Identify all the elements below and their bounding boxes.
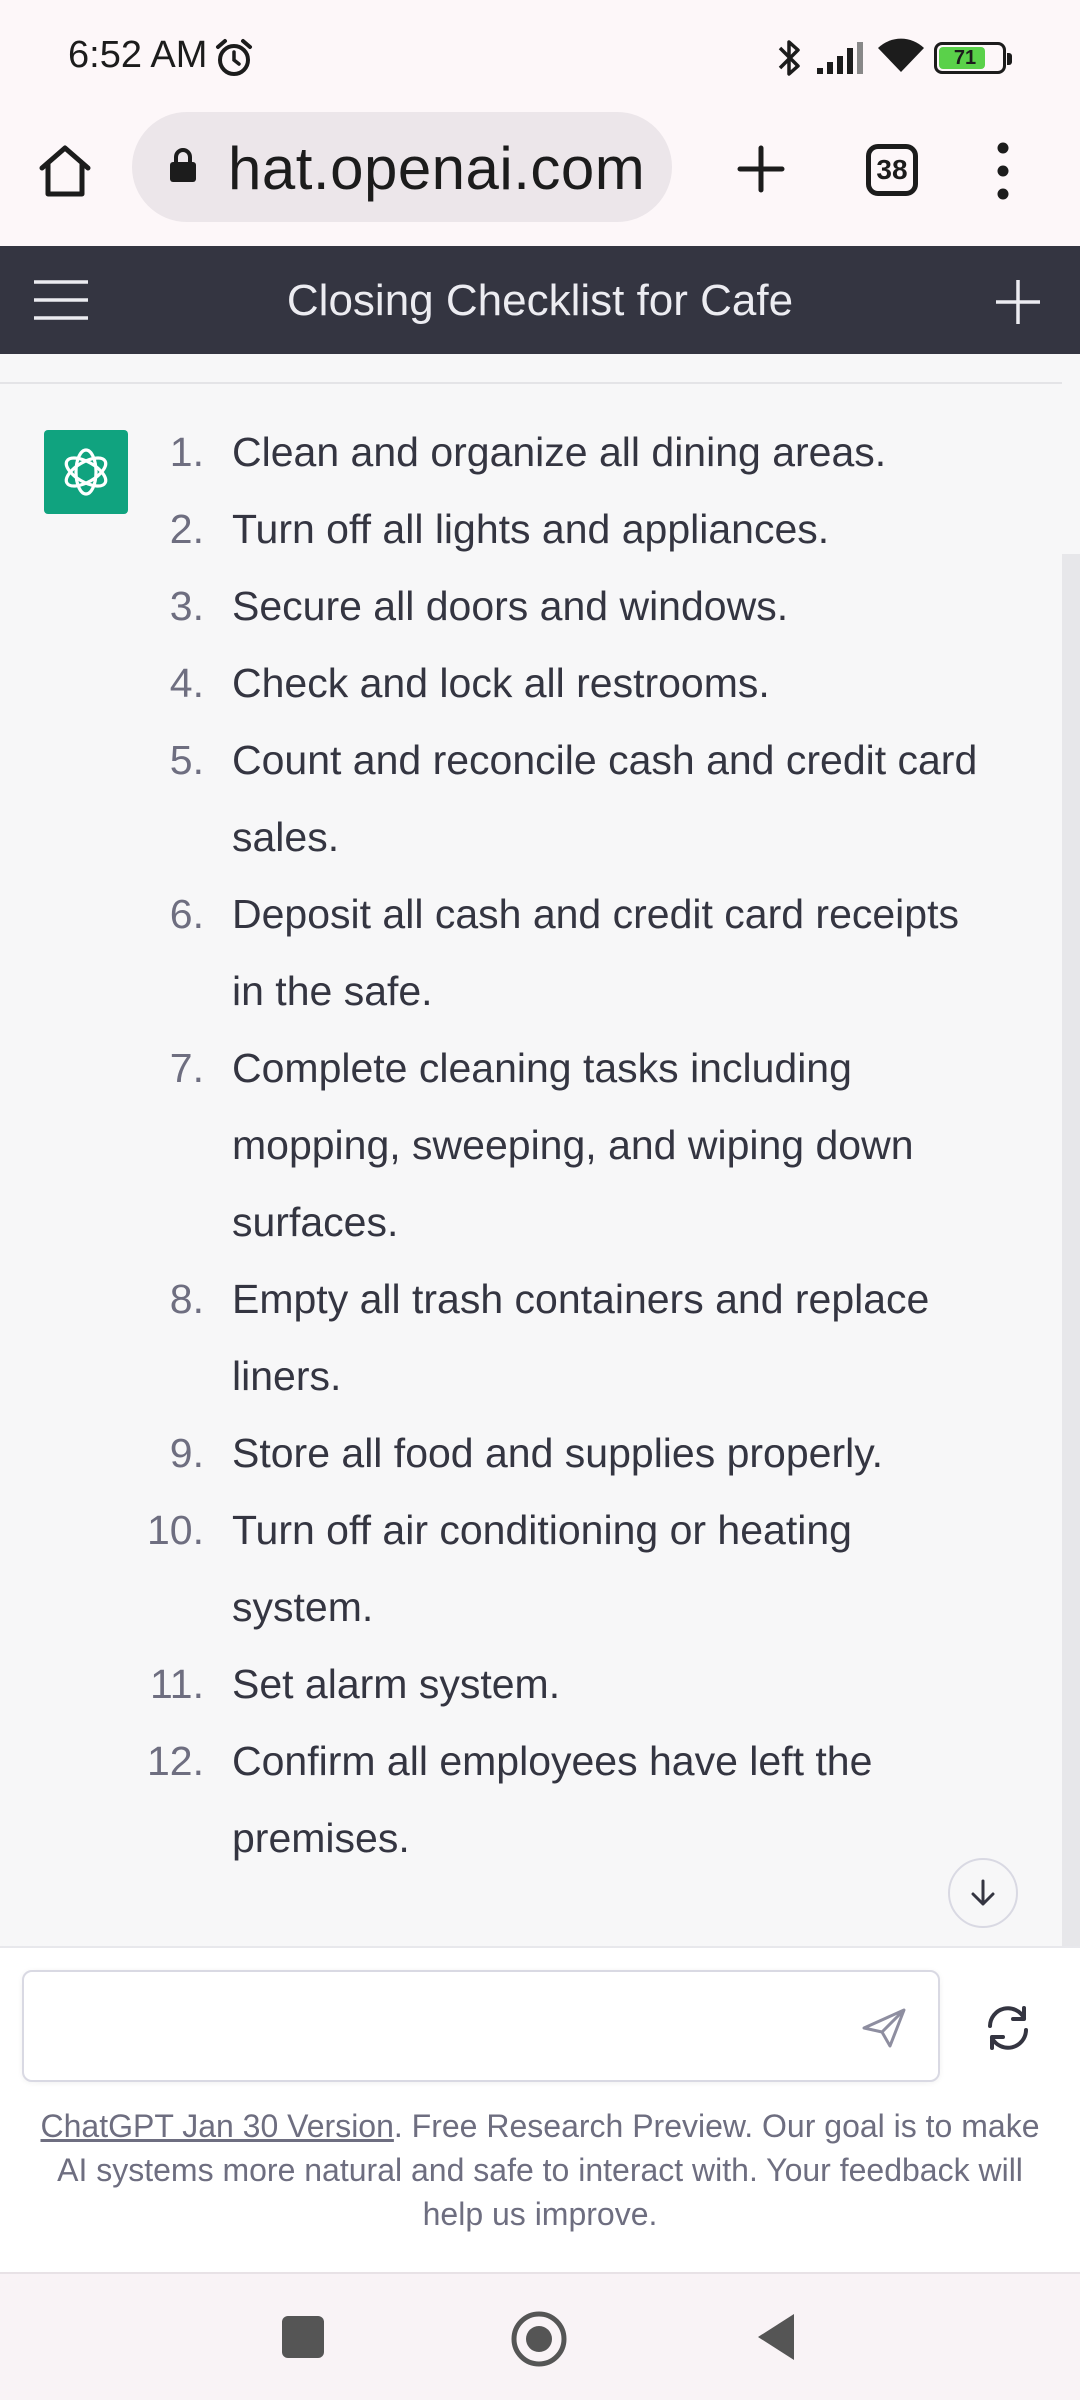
list-text: Empty all trash containers and replace l… — [232, 1276, 930, 1399]
url-text[interactable]: hat.openai.com — [228, 134, 645, 203]
list-text: Count and reconcile cash and credit card… — [232, 737, 978, 860]
checklist: 1. Clean and organize all dining areas. 2… — [130, 414, 1000, 1877]
new-chat-plus-icon[interactable] — [990, 274, 1046, 330]
version-link[interactable]: ChatGPT Jan 30 Version — [41, 2108, 394, 2144]
list-text: Secure all doors and windows. — [232, 583, 789, 629]
battery-tip — [1007, 53, 1012, 65]
list-number: 1. — [169, 429, 204, 475]
list-item: 4. Check and lock all restrooms. — [130, 645, 1000, 722]
list-text: Store all food and supplies properly. — [232, 1430, 884, 1476]
list-number: 9. — [169, 1430, 204, 1476]
nav-back-icon[interactable] — [756, 2312, 796, 2362]
list-item: 11. Set alarm system. — [130, 1646, 1000, 1723]
address-bar[interactable]: hat.openai.com — [132, 112, 672, 222]
list-item: 12. Confirm all employees have left the p… — [130, 1723, 1000, 1877]
list-item: 3. Secure all doors and windows. — [130, 568, 1000, 645]
list-text: Confirm all employees have left the prem… — [232, 1738, 873, 1861]
list-item: 6. Deposit all cash and credit card recei… — [130, 876, 1000, 1030]
list-number: 11. — [150, 1661, 204, 1707]
list-number: 12. — [147, 1738, 204, 1784]
footer-disclaimer: ChatGPT Jan 30 Version. Free Research Pr… — [30, 2104, 1050, 2236]
status-bar: 6:52 AM 71 — [0, 0, 1080, 116]
list-text: Set alarm system. — [232, 1661, 561, 1707]
list-item: 2. Turn off all lights and appliances. — [130, 491, 1000, 568]
home-icon[interactable] — [30, 136, 100, 206]
alarm-clock-icon — [216, 39, 252, 76]
wifi-icon — [878, 38, 924, 72]
chat-title: Closing Checklist for Cafe — [286, 276, 794, 325]
send-icon[interactable] — [860, 2006, 908, 2050]
list-number: 10. — [147, 1507, 204, 1553]
scrollbar[interactable] — [1062, 554, 1080, 1946]
list-text: Turn off all lights and appliances. — [232, 506, 830, 552]
battery-level: 71 — [953, 47, 977, 69]
openai-logo-icon — [64, 448, 108, 496]
divider — [0, 382, 1062, 384]
list-item: 9. Store all food and supplies properly. — [130, 1415, 1000, 1492]
list-item: 7. Complete cleaning tasks including mopp… — [130, 1030, 1000, 1261]
list-item: 8. Empty all trash containers and replace… — [130, 1261, 1000, 1415]
chat-content: 1. Clean and organize all dining areas. 2… — [0, 354, 1080, 1946]
list-number: 2. — [169, 506, 204, 552]
list-text: Turn off air conditioning or heating sys… — [232, 1507, 852, 1630]
list-item: 5. Count and reconcile cash and credit ca… — [130, 722, 1000, 876]
signal-icon — [817, 42, 863, 74]
arrow-down-icon — [971, 1879, 995, 1906]
list-item: 10. Turn off air conditioning or heating … — [130, 1492, 1000, 1646]
input-area: ChatGPT Jan 30 Version. Free Research Pr… — [0, 1946, 1080, 2272]
new-tab-plus-icon[interactable] — [726, 134, 796, 204]
browser-toolbar: hat.openai.com 38 — [0, 112, 1080, 246]
bluetooth-icon — [778, 40, 800, 76]
status-time: 6:52 AM — [68, 34, 208, 76]
list-text: Complete cleaning tasks including moppin… — [232, 1045, 914, 1245]
system-nav-bar — [0, 2272, 1080, 2400]
scroll-to-bottom-button[interactable] — [948, 1858, 1018, 1928]
battery-indicator: 71 — [934, 42, 1012, 74]
assistant-avatar — [44, 430, 128, 514]
tab-switcher-button[interactable]: 38 — [866, 144, 918, 196]
list-number: 7. — [169, 1045, 204, 1091]
list-text: Deposit all cash and credit card receipt… — [232, 891, 959, 1014]
message-input[interactable] — [22, 1970, 940, 2082]
nav-home-icon[interactable] — [510, 2310, 568, 2368]
recents-button[interactable] — [282, 2316, 324, 2358]
list-number: 3. — [169, 583, 204, 629]
list-number: 6. — [169, 891, 204, 937]
list-number: 5. — [169, 737, 204, 783]
list-number: 8. — [169, 1276, 204, 1322]
refresh-icon[interactable] — [982, 2002, 1034, 2054]
list-text: Clean and organize all dining areas. — [232, 429, 887, 475]
list-number: 4. — [169, 660, 204, 706]
list-text: Check and lock all restrooms. — [232, 660, 770, 706]
chat-header: Closing Checklist for Cafe — [0, 246, 1080, 354]
more-vert-icon[interactable] — [990, 138, 1016, 204]
lock-icon — [170, 148, 196, 182]
list-item: 1. Clean and organize all dining areas. — [130, 414, 1000, 491]
